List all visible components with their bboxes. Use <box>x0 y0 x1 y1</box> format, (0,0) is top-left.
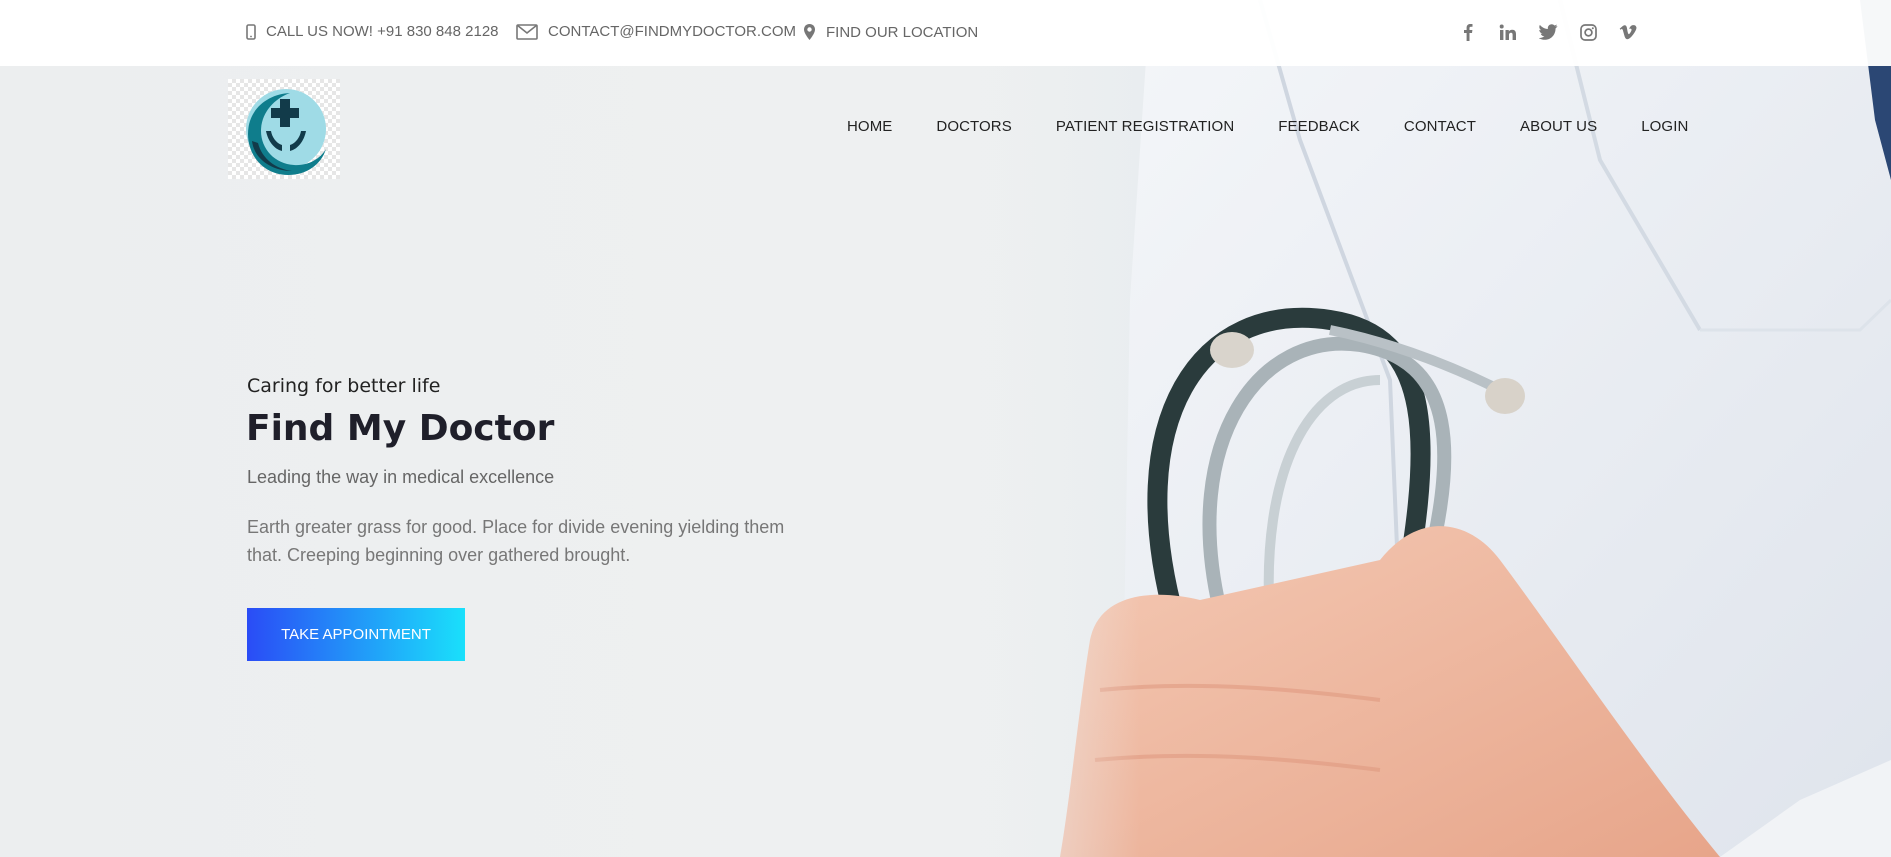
map-pin-icon <box>803 23 816 41</box>
hero-title: Find My Doctor <box>246 408 555 449</box>
instagram-icon[interactable] <box>1577 21 1599 43</box>
facebook-icon[interactable] <box>1457 21 1479 43</box>
linkedin-icon[interactable] <box>1497 21 1519 43</box>
mobile-phone-icon <box>246 23 256 40</box>
site-logo[interactable] <box>228 79 340 179</box>
main-navigation: HOME DOCTORS PATIENT REGISTRATION FEEDBA… <box>847 118 1688 135</box>
hero-description: Earth greater grass for good. Place for … <box>247 517 785 565</box>
take-appointment-button[interactable]: TAKE APPOINTMENT <box>247 608 465 661</box>
nav-home[interactable]: HOME <box>847 118 892 135</box>
phone-text: CALL US NOW! +91 830 848 2128 <box>266 23 499 40</box>
nav-patient-registration[interactable]: PATIENT REGISTRATION <box>1056 118 1234 135</box>
nav-feedback[interactable]: FEEDBACK <box>1278 118 1360 135</box>
email-contact[interactable]: CONTACT@FINDMYDOCTOR.COM <box>516 23 796 40</box>
top-info-bar: CALL US NOW! +91 830 848 2128 CONTACT@FI… <box>0 0 1891 66</box>
nav-doctors[interactable]: DOCTORS <box>936 118 1011 135</box>
nav-login[interactable]: LOGIN <box>1641 118 1688 135</box>
phone-contact[interactable]: CALL US NOW! +91 830 848 2128 <box>246 23 499 40</box>
medical-care-logo-icon <box>246 89 326 175</box>
social-links <box>1457 21 1639 43</box>
nav-contact[interactable]: CONTACT <box>1404 118 1476 135</box>
email-text: CONTACT@FINDMYDOCTOR.COM <box>548 23 796 40</box>
vimeo-icon[interactable] <box>1617 21 1639 43</box>
nav-about-us[interactable]: ABOUT US <box>1520 118 1597 135</box>
location-text: FIND OUR LOCATION <box>826 23 979 41</box>
envelope-icon <box>516 23 538 40</box>
location-link[interactable]: FIND OUR LOCATION <box>803 23 978 41</box>
hero-subtitle: Leading the way in medical excellence <box>247 467 555 487</box>
twitter-icon[interactable] <box>1537 21 1559 43</box>
hero-tagline: Caring for better life <box>247 375 441 397</box>
